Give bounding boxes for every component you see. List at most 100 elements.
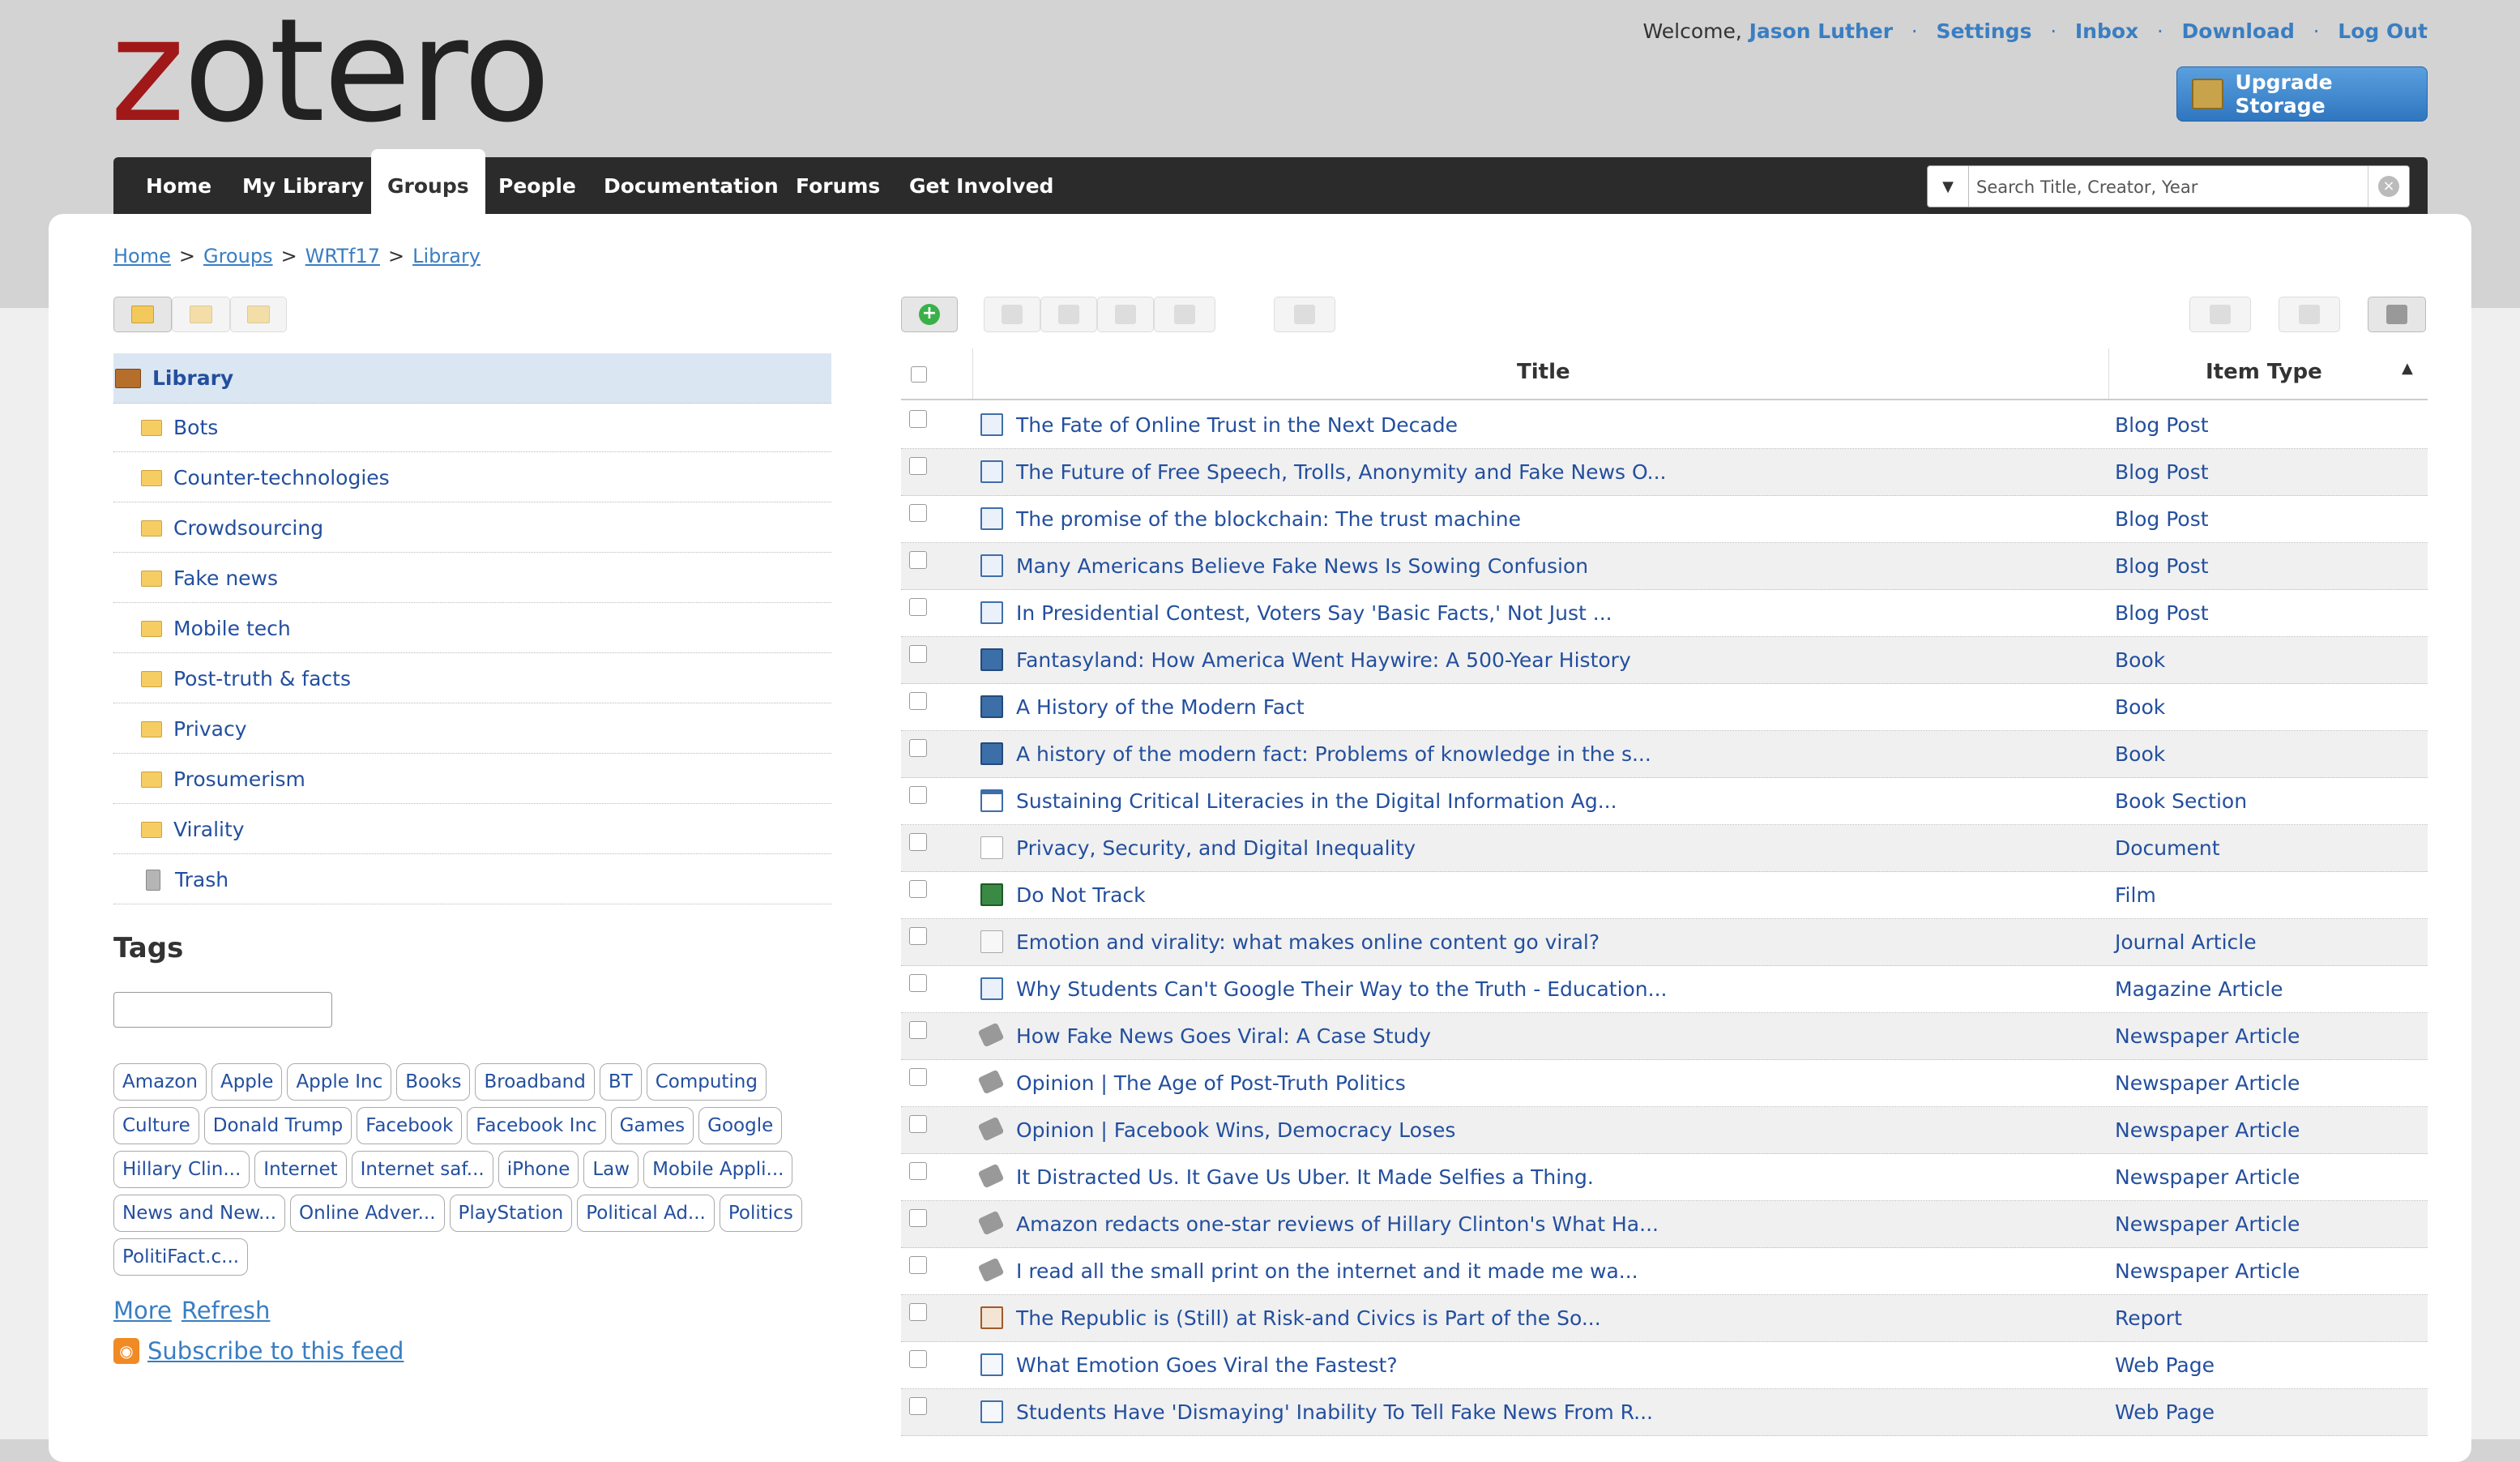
item-title[interactable]: Sustaining Critical Literacies in the Di… bbox=[1016, 778, 1617, 825]
row-checkbox[interactable] bbox=[909, 1303, 927, 1321]
add-to-collection-button[interactable] bbox=[984, 297, 1040, 332]
trash-button[interactable] bbox=[1097, 297, 1154, 332]
table-row[interactable]: The Future of Free Speech, Trolls, Anony… bbox=[901, 449, 2428, 496]
item-type-column-header[interactable]: Item Type bbox=[2206, 360, 2322, 384]
tag-chip[interactable]: Politics bbox=[719, 1195, 802, 1232]
table-row[interactable]: Opinion | Facebook Wins, Democracy Loses… bbox=[901, 1107, 2428, 1154]
collection-item[interactable]: Mobile tech bbox=[113, 605, 831, 653]
collection-item[interactable]: Bots bbox=[113, 404, 831, 452]
subscribe-feed-link[interactable]: Subscribe to this feed bbox=[147, 1337, 404, 1365]
edit-collection-button[interactable] bbox=[172, 297, 230, 332]
row-checkbox[interactable] bbox=[909, 1162, 927, 1180]
refresh-tags-link[interactable]: Refresh bbox=[182, 1297, 271, 1324]
breadcrumb-home[interactable]: Home bbox=[113, 245, 171, 267]
table-row[interactable]: What Emotion Goes Viral the Fastest? Web … bbox=[901, 1342, 2428, 1389]
search-clear-button[interactable]: × bbox=[2368, 166, 2409, 207]
new-collection-button[interactable] bbox=[113, 297, 172, 332]
row-checkbox[interactable] bbox=[909, 1115, 927, 1133]
row-checkbox[interactable] bbox=[909, 786, 927, 804]
remove-from-collection-button[interactable] bbox=[1040, 297, 1097, 332]
download-link[interactable]: Download bbox=[2182, 19, 2295, 43]
row-checkbox[interactable] bbox=[909, 410, 927, 428]
item-title[interactable]: How Fake News Goes Viral: A Case Study bbox=[1016, 1013, 1431, 1060]
tag-filter-input[interactable] bbox=[113, 992, 332, 1028]
row-checkbox[interactable] bbox=[909, 833, 927, 851]
settings-link[interactable]: Settings bbox=[1936, 19, 2031, 43]
inbox-link[interactable]: Inbox bbox=[2075, 19, 2138, 43]
row-checkbox[interactable] bbox=[909, 880, 927, 898]
item-title[interactable]: Many Americans Believe Fake News Is Sowi… bbox=[1016, 543, 1588, 590]
item-title[interactable]: Emotion and virality: what makes online … bbox=[1016, 919, 1600, 966]
item-title[interactable]: Privacy, Security, and Digital Inequalit… bbox=[1016, 825, 1416, 872]
item-title[interactable]: The promise of the blockchain: The trust… bbox=[1016, 496, 1521, 543]
title-column-header[interactable]: Title bbox=[1517, 360, 1570, 384]
nav-documentation[interactable]: Documentation bbox=[604, 157, 779, 216]
nav-get-involved[interactable]: Get Involved bbox=[909, 157, 1053, 216]
export-button[interactable] bbox=[2189, 297, 2251, 332]
table-row[interactable]: Why Students Can't Google Their Way to t… bbox=[901, 966, 2428, 1013]
item-title[interactable]: In Presidential Contest, Voters Say 'Bas… bbox=[1016, 590, 1612, 637]
nav-forums[interactable]: Forums bbox=[796, 157, 880, 216]
nav-groups[interactable]: Groups bbox=[371, 149, 485, 216]
row-checkbox[interactable] bbox=[909, 551, 927, 569]
tag-chip[interactable]: Political Ad... bbox=[577, 1195, 715, 1232]
table-row[interactable]: Emotion and virality: what makes online … bbox=[901, 919, 2428, 966]
row-checkbox[interactable] bbox=[909, 1256, 927, 1274]
collection-item[interactable]: Virality bbox=[113, 806, 831, 854]
breadcrumb-group[interactable]: WRTf17 bbox=[305, 245, 380, 267]
item-title[interactable]: The Future of Free Speech, Trolls, Anony… bbox=[1016, 449, 1667, 496]
tag-chip[interactable]: Internet saf... bbox=[351, 1151, 493, 1188]
collection-item[interactable]: Privacy bbox=[113, 705, 831, 754]
tag-chip[interactable]: Amazon bbox=[113, 1063, 207, 1101]
table-row[interactable]: A History of the Modern Fact Book bbox=[901, 684, 2428, 731]
table-row[interactable]: Opinion | The Age of Post-Truth Politics… bbox=[901, 1060, 2428, 1107]
item-title[interactable]: Amazon redacts one-star reviews of Hilla… bbox=[1016, 1201, 1659, 1248]
search-options-dropdown[interactable]: ▼ bbox=[1928, 166, 1969, 207]
nav-home[interactable]: Home bbox=[146, 157, 211, 216]
item-title[interactable]: It Distracted Us. It Gave Us Uber. It Ma… bbox=[1016, 1154, 1594, 1201]
row-checkbox[interactable] bbox=[909, 927, 927, 945]
row-checkbox[interactable] bbox=[909, 598, 927, 616]
restore-button[interactable] bbox=[1154, 297, 1215, 332]
row-checkbox[interactable] bbox=[909, 504, 927, 522]
table-row[interactable]: Students Have 'Dismaying' Inability To T… bbox=[901, 1389, 2428, 1436]
tag-chip[interactable]: Facebook Inc bbox=[467, 1107, 606, 1144]
breadcrumb-groups[interactable]: Groups bbox=[203, 245, 273, 267]
table-row[interactable]: I read all the small print on the intern… bbox=[901, 1248, 2428, 1295]
item-title[interactable]: The Fate of Online Trust in the Next Dec… bbox=[1016, 402, 1458, 449]
tag-chip[interactable]: PolitiFact.c... bbox=[113, 1238, 249, 1276]
item-title[interactable]: Students Have 'Dismaying' Inability To T… bbox=[1016, 1389, 1653, 1436]
collection-library[interactable]: Library bbox=[113, 353, 831, 404]
row-checkbox[interactable] bbox=[909, 1350, 927, 1368]
row-checkbox[interactable] bbox=[909, 692, 927, 710]
table-row[interactable]: It Distracted Us. It Gave Us Uber. It Ma… bbox=[901, 1154, 2428, 1201]
table-row[interactable]: How Fake News Goes Viral: A Case Study Ne… bbox=[901, 1013, 2428, 1060]
tag-chip[interactable]: Donald Trump bbox=[203, 1107, 352, 1144]
row-checkbox[interactable] bbox=[909, 457, 927, 475]
table-row[interactable]: Sustaining Critical Literacies in the Di… bbox=[901, 778, 2428, 825]
tag-chip[interactable]: Mobile Appli... bbox=[643, 1151, 793, 1188]
tag-chip[interactable]: Broadband bbox=[475, 1063, 595, 1101]
breadcrumb-library[interactable]: Library bbox=[412, 245, 481, 267]
table-row[interactable]: Fantasyland: How America Went Haywire: A… bbox=[901, 637, 2428, 684]
tag-chip[interactable]: Books bbox=[396, 1063, 471, 1101]
logout-link[interactable]: Log Out bbox=[2338, 19, 2428, 43]
table-row[interactable]: The promise of the blockchain: The trust… bbox=[901, 496, 2428, 543]
item-title[interactable]: A history of the modern fact: Problems o… bbox=[1016, 731, 1651, 778]
collection-item[interactable]: Prosumerism bbox=[113, 755, 831, 804]
tag-chip[interactable]: Computing bbox=[646, 1063, 767, 1101]
table-row[interactable]: Amazon redacts one-star reviews of Hilla… bbox=[901, 1201, 2428, 1248]
item-title[interactable]: The Republic is (Still) at Risk-and Civi… bbox=[1016, 1295, 1601, 1342]
tag-chip[interactable]: Google bbox=[698, 1107, 783, 1144]
row-checkbox[interactable] bbox=[909, 1397, 927, 1415]
nav-people[interactable]: People bbox=[498, 157, 576, 216]
tag-chip[interactable]: Law bbox=[583, 1151, 639, 1188]
table-row[interactable]: Do Not Track Film bbox=[901, 872, 2428, 919]
collection-trash[interactable]: Trash bbox=[113, 856, 831, 904]
table-row[interactable]: In Presidential Contest, Voters Say 'Bas… bbox=[901, 590, 2428, 637]
new-item-button[interactable]: + bbox=[901, 297, 958, 332]
table-row[interactable]: A history of the modern fact: Problems o… bbox=[901, 731, 2428, 778]
tag-chip[interactable]: PlayStation bbox=[449, 1195, 573, 1232]
collection-item[interactable]: Post-truth & facts bbox=[113, 655, 831, 703]
row-checkbox[interactable] bbox=[909, 739, 927, 757]
